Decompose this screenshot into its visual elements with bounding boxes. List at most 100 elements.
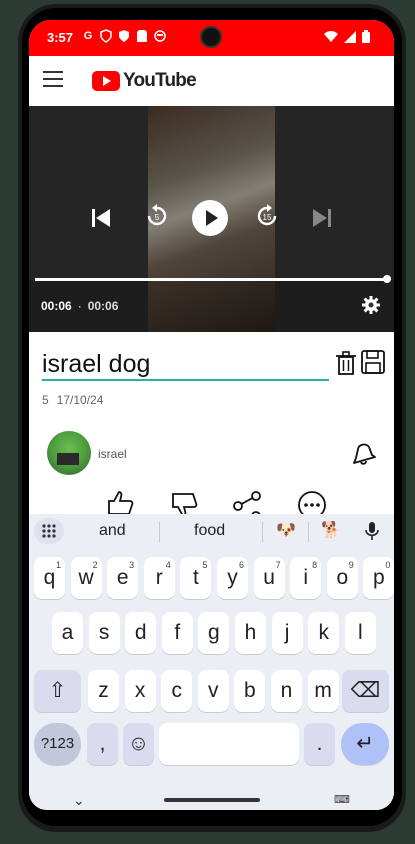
status-notification-icons: G bbox=[82, 29, 166, 43]
channel-name[interactable]: israel bbox=[98, 447, 127, 461]
youtube-play-icon bbox=[92, 71, 120, 91]
emoji-key[interactable]: ☺ bbox=[123, 723, 154, 765]
replay-seconds: 5 bbox=[155, 213, 160, 222]
key-u[interactable]: u7 bbox=[253, 557, 285, 599]
bell-icon[interactable] bbox=[348, 437, 378, 467]
shift-key[interactable]: ⇧ bbox=[34, 670, 81, 712]
gear-icon[interactable] bbox=[361, 295, 381, 315]
youtube-logo-text: YouTube bbox=[123, 70, 197, 91]
upload-date: 17/10/24 bbox=[56, 393, 104, 407]
status-time: 3:57 bbox=[47, 30, 74, 45]
progress-thumb[interactable] bbox=[383, 275, 391, 283]
key-hint-3: 3 bbox=[129, 560, 135, 570]
time-separator: · bbox=[77, 299, 82, 313]
key-g[interactable]: g bbox=[198, 612, 230, 654]
key-hint-1: 1 bbox=[55, 560, 61, 570]
replay-5-icon[interactable]: 5 bbox=[143, 202, 171, 230]
play-button[interactable] bbox=[192, 200, 228, 236]
suggestion-1[interactable]: and bbox=[99, 522, 126, 540]
key-t[interactable]: t5 bbox=[180, 557, 212, 599]
key-hint-4: 4 bbox=[165, 560, 171, 570]
key-d[interactable]: d bbox=[125, 612, 157, 654]
keyboard-switch-icon[interactable]: ⌨ bbox=[334, 793, 350, 806]
current-time: 00:06 bbox=[41, 299, 72, 313]
key-i[interactable]: i8 bbox=[290, 557, 322, 599]
home-gesture-bar[interactable] bbox=[164, 798, 260, 802]
apps-grid-icon[interactable] bbox=[34, 518, 64, 544]
skip-previous-icon[interactable] bbox=[89, 206, 113, 230]
progress-bar[interactable] bbox=[35, 278, 388, 281]
symbols-key[interactable]: ?123 bbox=[34, 723, 81, 765]
avatar[interactable] bbox=[47, 431, 91, 475]
front-camera bbox=[200, 26, 222, 48]
key-s[interactable]: s bbox=[88, 612, 120, 654]
status-system-icons bbox=[324, 30, 370, 43]
video-title-input[interactable] bbox=[42, 350, 329, 381]
key-m[interactable]: m bbox=[307, 670, 339, 712]
emoji-suggestion-dog[interactable]: 🐕 bbox=[321, 520, 341, 540]
wifi-icon bbox=[324, 30, 338, 42]
key-r[interactable]: r4 bbox=[143, 557, 175, 599]
time-readout: 00:06 · 00:06 bbox=[41, 299, 118, 313]
suggestion-divider bbox=[262, 522, 263, 542]
suggestion-2[interactable]: food bbox=[194, 522, 225, 540]
key-k[interactable]: k bbox=[308, 612, 340, 654]
on-screen-keyboard: and food 🐶 🐕 ⇧ ⌫ ?123 , ☺ . ↵ ⌄ ⌨ q1w2e3… bbox=[29, 514, 394, 810]
app-bar: YouTube bbox=[29, 56, 394, 106]
key-h[interactable]: h bbox=[235, 612, 266, 654]
key-q[interactable]: q1 bbox=[34, 557, 65, 599]
view-count: 5 bbox=[42, 393, 49, 407]
key-y[interactable]: y6 bbox=[217, 557, 248, 599]
share-icon[interactable] bbox=[232, 490, 262, 514]
face-icon bbox=[154, 30, 166, 42]
comma-key[interactable]: , bbox=[87, 723, 118, 765]
system-nav-bar: ⌄ ⌨ bbox=[29, 790, 394, 810]
more-icon[interactable] bbox=[297, 490, 327, 514]
microphone-icon[interactable] bbox=[365, 521, 379, 541]
key-z[interactable]: z bbox=[88, 670, 119, 712]
key-hint-7: 7 bbox=[275, 560, 281, 570]
duration: 00:06 bbox=[87, 299, 119, 313]
dislike-icon[interactable] bbox=[169, 490, 199, 514]
key-c[interactable]: c bbox=[161, 670, 193, 712]
skip-next-icon[interactable] bbox=[310, 206, 334, 230]
forward-seconds: 15 bbox=[263, 213, 272, 222]
trash-icon[interactable] bbox=[335, 351, 357, 375]
youtube-logo[interactable]: YouTube bbox=[92, 70, 197, 92]
key-b[interactable]: b bbox=[234, 670, 266, 712]
forward-15-icon[interactable]: 15 bbox=[253, 202, 281, 230]
key-e[interactable]: e3 bbox=[107, 557, 139, 599]
shield-icon bbox=[100, 29, 112, 43]
key-x[interactable]: x bbox=[124, 670, 156, 712]
key-hint-2: 2 bbox=[92, 560, 98, 570]
key-j[interactable]: j bbox=[271, 612, 303, 654]
enter-key[interactable]: ↵ bbox=[341, 723, 389, 765]
key-v[interactable]: v bbox=[197, 670, 229, 712]
key-hint-9: 9 bbox=[348, 560, 354, 570]
key-f[interactable]: f bbox=[161, 612, 193, 654]
key-l[interactable]: l bbox=[344, 612, 376, 654]
key-o[interactable]: o9 bbox=[326, 557, 358, 599]
key-a[interactable]: a bbox=[52, 612, 83, 654]
hamburger-menu-icon[interactable] bbox=[43, 71, 63, 87]
sim-card-icon bbox=[137, 30, 147, 42]
delete-key[interactable]: ⌫ bbox=[342, 670, 389, 712]
space-key[interactable] bbox=[159, 723, 299, 765]
key-w[interactable]: w2 bbox=[70, 557, 102, 599]
video-meta: 5 17/10/24 bbox=[42, 393, 103, 407]
video-player[interactable]: 5 15 00:06 · 00:06 bbox=[29, 106, 394, 332]
key-hint-5: 5 bbox=[202, 560, 208, 570]
key-n[interactable]: n bbox=[271, 670, 302, 712]
like-icon[interactable] bbox=[105, 490, 135, 514]
suggestion-divider bbox=[308, 522, 309, 542]
video-actions bbox=[29, 490, 394, 514]
key-p[interactable]: p0 bbox=[363, 557, 394, 599]
emoji-suggestion-dog-face[interactable]: 🐶 bbox=[276, 520, 296, 540]
signal-icon bbox=[344, 30, 356, 43]
keyboard-collapse-icon[interactable]: ⌄ bbox=[73, 792, 85, 809]
screen: 3:57 G YouTube 5 15 00:06 · 00:06 israel… bbox=[29, 20, 394, 810]
period-key[interactable]: . bbox=[304, 723, 335, 765]
suggestion-divider bbox=[159, 522, 160, 542]
video-overlay bbox=[29, 106, 394, 280]
save-icon[interactable] bbox=[361, 350, 385, 374]
